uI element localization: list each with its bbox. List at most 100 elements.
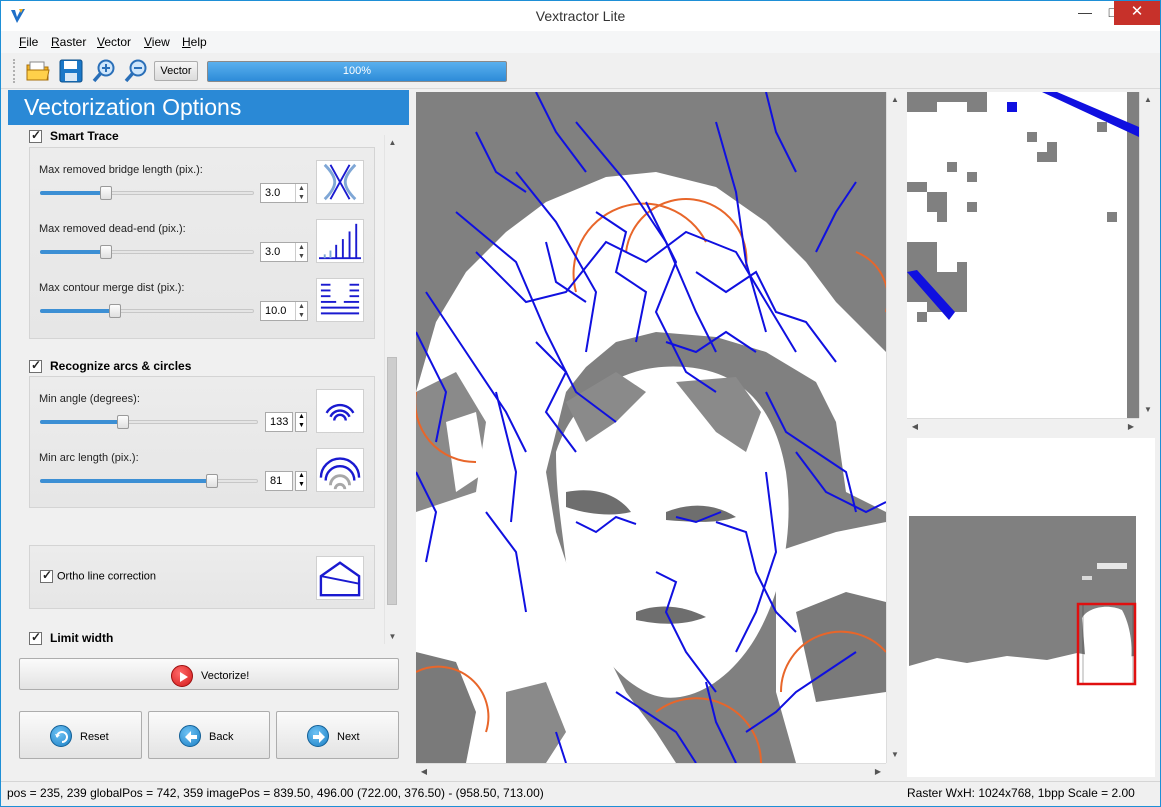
min-angle-spin-arrows[interactable]: ▲ ▼: [295, 412, 307, 432]
scrollbar-thumb[interactable]: [387, 357, 397, 605]
bridge-length-label: Max removed bridge length (pix.):: [39, 164, 203, 176]
options-scroll-area: Smart Trace Max removed bridge length (p…: [19, 127, 399, 647]
menu-bar: File Raster Vector View Help: [1, 31, 1160, 53]
scroll-up-icon[interactable]: ▲: [385, 135, 400, 150]
overview-image: [907, 438, 1155, 777]
back-button[interactable]: Back: [148, 711, 270, 759]
zoom-hscrollbar[interactable]: ◀ ▶: [907, 418, 1139, 434]
checkbox-icon[interactable]: [29, 128, 42, 144]
spin-down-icon[interactable]: ▼: [298, 422, 305, 429]
save-icon[interactable]: [58, 58, 84, 84]
spin-up-icon[interactable]: ▲: [295, 302, 307, 311]
scroll-down-icon[interactable]: ▼: [887, 747, 903, 763]
dead-end-spinbox[interactable]: 3.0 ▲ ▼: [260, 242, 308, 262]
vector-canvas[interactable]: [416, 92, 886, 763]
spin-down-icon[interactable]: ▼: [298, 481, 305, 488]
scroll-down-icon[interactable]: ▼: [385, 629, 400, 644]
panel-title: Vectorization Options: [8, 90, 409, 125]
open-folder-icon[interactable]: [25, 58, 51, 84]
traced-image: [416, 92, 886, 763]
canvas-hscrollbar[interactable]: ◀ ▶: [416, 763, 886, 779]
slider-knob[interactable]: [100, 186, 112, 200]
min-arc-length-label: Min arc length (pix.):: [39, 452, 139, 464]
recognize-arcs-checkbox[interactable]: Recognize arcs & circles: [29, 358, 191, 374]
min-angle-label: Min angle (degrees):: [39, 393, 140, 405]
reset-icon: [50, 725, 72, 747]
slider-knob[interactable]: [109, 304, 121, 318]
zoom-view[interactable]: [907, 92, 1139, 418]
vector-button[interactable]: Vector: [154, 61, 198, 81]
menu-raster[interactable]: Raster: [51, 35, 86, 49]
window-title: Vextractor Lite: [535, 8, 626, 24]
scroll-left-icon[interactable]: ◀: [907, 419, 923, 435]
scroll-right-icon[interactable]: ▶: [1123, 419, 1139, 435]
overview-navigator[interactable]: [907, 438, 1155, 777]
scroll-right-icon[interactable]: ▶: [870, 764, 886, 780]
zoom-in-icon[interactable]: [91, 58, 117, 84]
menu-help[interactable]: Help: [182, 35, 207, 49]
smart-trace-checkbox[interactable]: Smart Trace: [29, 128, 119, 144]
smart-trace-group: Max removed bridge length (pix.): 3.0 ▲ ▼…: [29, 147, 375, 339]
spin-up-icon[interactable]: ▲: [295, 243, 307, 252]
ortho-checkbox[interactable]: Ortho line correction: [40, 568, 156, 583]
reset-button[interactable]: Reset: [19, 711, 142, 759]
checkbox-icon[interactable]: [29, 630, 42, 646]
next-button[interactable]: Next: [276, 711, 399, 759]
arcs-group: Min angle (degrees): 133 ▲ ▼ Min arc len…: [29, 376, 375, 508]
slider-knob[interactable]: [206, 474, 218, 488]
checkbox-icon[interactable]: [29, 358, 42, 374]
status-coordinates: pos = 235, 239 globalPos = 742, 359 imag…: [7, 786, 544, 800]
menu-file[interactable]: File: [19, 35, 38, 49]
spin-down-icon[interactable]: ▼: [295, 252, 307, 261]
canvas-vscrollbar[interactable]: ▲ ▼: [886, 92, 902, 763]
bridge-length-slider[interactable]: [40, 185, 254, 201]
limit-width-checkbox[interactable]: Limit width: [29, 630, 113, 646]
min-angle-slider[interactable]: [40, 414, 258, 430]
spin-up-icon[interactable]: ▲: [295, 184, 307, 193]
zoomed-pixels: [907, 92, 1139, 418]
toolbar: Vector 100%: [1, 53, 1160, 89]
contour-merge-spinbox[interactable]: 10.0 ▲ ▼: [260, 301, 308, 321]
contour-merge-slider[interactable]: [40, 303, 254, 319]
play-icon: [171, 665, 193, 687]
dead-end-slider[interactable]: [40, 244, 254, 260]
close-icon[interactable]: ✕: [1114, 1, 1160, 25]
dead-end-label: Max removed dead-end (pix.):: [39, 223, 186, 235]
spin-up-icon[interactable]: ▲: [298, 413, 305, 420]
dead-end-icon: [316, 219, 364, 263]
status-bar: pos = 235, 239 globalPos = 742, 359 imag…: [1, 781, 1160, 806]
scroll-up-icon[interactable]: ▲: [1140, 92, 1156, 108]
contour-merge-label: Max contour merge dist (pix.):: [39, 282, 185, 294]
spin-up-icon[interactable]: ▲: [298, 472, 305, 479]
arrow-left-icon: [179, 725, 201, 747]
slider-knob[interactable]: [117, 415, 129, 429]
status-raster-info: Raster WxH: 1024x768, 1bpp Scale = 2.00: [907, 786, 1135, 800]
arrow-right-icon: [307, 725, 329, 747]
bridge-length-spinbox[interactable]: 3.0 ▲ ▼: [260, 183, 308, 203]
toolbar-grip[interactable]: [13, 59, 17, 83]
scroll-left-icon[interactable]: ◀: [416, 764, 432, 780]
bridge-icon: [316, 160, 364, 204]
contour-merge-icon: [316, 278, 364, 322]
vectorize-button[interactable]: Vectorize!: [19, 658, 399, 690]
spin-down-icon[interactable]: ▼: [295, 193, 307, 202]
min-arc-length-spin-arrows[interactable]: ▲ ▼: [295, 471, 307, 491]
app-window: Vextractor Lite — □ ✕ File Raster Vector…: [0, 0, 1161, 807]
zoom-vscrollbar[interactable]: ▲ ▼: [1139, 92, 1155, 418]
title-bar: Vextractor Lite — □ ✕: [1, 1, 1160, 31]
min-arc-length-slider[interactable]: [40, 473, 258, 489]
progress-bar: 100%: [207, 61, 507, 82]
slider-knob[interactable]: [100, 245, 112, 259]
menu-view[interactable]: View: [144, 35, 170, 49]
arc-length-icon: [316, 448, 364, 492]
options-scrollbar[interactable]: ▲ ▼: [384, 135, 399, 644]
scroll-up-icon[interactable]: ▲: [887, 92, 903, 108]
checkbox-icon[interactable]: [40, 568, 53, 583]
min-angle-spinbox[interactable]: 133: [265, 412, 293, 432]
scroll-down-icon[interactable]: ▼: [1140, 402, 1156, 418]
zoom-out-icon[interactable]: [123, 58, 149, 84]
arc-angle-icon: [316, 389, 364, 433]
spin-down-icon[interactable]: ▼: [295, 311, 307, 320]
min-arc-length-spinbox[interactable]: 81: [265, 471, 293, 491]
menu-vector[interactable]: Vector: [97, 35, 131, 49]
